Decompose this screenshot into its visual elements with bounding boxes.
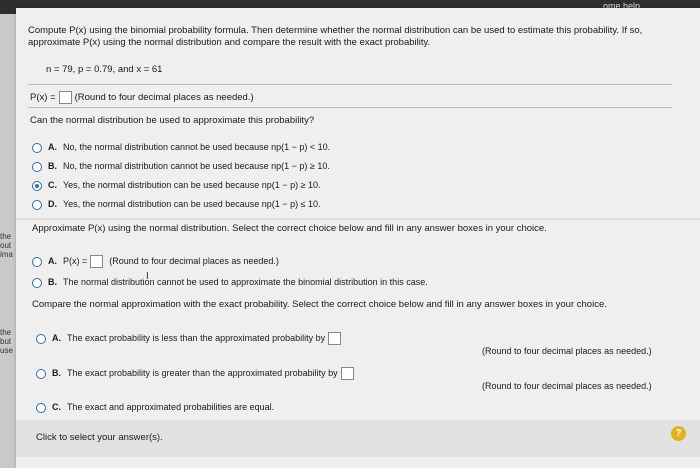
round-hint: (Round to four decimal places as needed.… — [482, 346, 652, 356]
radio-button-selected[interactable] — [32, 180, 42, 191]
question-panel — [16, 8, 700, 468]
px-label: P(x) = — [30, 92, 56, 104]
radio-button[interactable] — [36, 368, 46, 379]
separator — [28, 84, 672, 85]
q2-option-b[interactable]: B. No, the normal distribution cannot be … — [32, 160, 330, 172]
q4-option-c[interactable]: C. The exact and approximated probabiliti… — [36, 401, 274, 413]
help-icon[interactable]: ? — [671, 426, 686, 441]
radio-button[interactable] — [32, 199, 42, 210]
edge-text: the — [0, 328, 12, 337]
radio-button[interactable] — [32, 142, 42, 153]
px-row: P(x) = (Round to four decimal places as n… — [30, 91, 254, 104]
radio-button[interactable] — [32, 256, 42, 267]
separator — [28, 107, 672, 108]
divider — [16, 218, 700, 220]
edge-text: but — [0, 337, 12, 346]
q2-option-a[interactable]: A. No, the normal distribution cannot be … — [32, 141, 330, 153]
round-hint: (Round to four decimal places as needed.… — [482, 381, 652, 391]
radio-button[interactable] — [36, 402, 46, 413]
radio-button[interactable] — [32, 161, 42, 172]
q4-option-b[interactable]: B. The exact probability is greater than … — [36, 367, 357, 381]
instruction-line-1: Compute P(x) using the binomial probabil… — [28, 25, 643, 36]
radio-button[interactable] — [36, 333, 46, 344]
q4-option-a[interactable]: A. The exact probability is less than the… — [36, 332, 344, 346]
normal-approx-input[interactable] — [90, 255, 104, 269]
difference-input-b[interactable] — [340, 367, 354, 381]
radio-button[interactable] — [32, 277, 42, 288]
q4-prompt: Compare the normal approximation with th… — [32, 299, 607, 310]
q3-option-a[interactable]: A. P(x) = (Round to four decimal places as… — [32, 255, 279, 269]
edge-text: use — [0, 346, 13, 355]
q3-prompt: Approximate P(x) using the normal distri… — [32, 223, 547, 234]
edge-text: ima — [0, 250, 13, 259]
parameters: n = 79, p = 0.79, and x = 61 — [46, 64, 163, 75]
status-text: Click to select your answer(s). — [36, 432, 163, 443]
q2-option-c[interactable]: C. Yes, the normal distribution can be us… — [32, 179, 321, 191]
q3-option-b[interactable]: B. The normal distribution cannot be used… — [32, 276, 428, 288]
difference-input-a[interactable] — [328, 332, 342, 346]
instruction-line-2: approximate P(x) using the normal distri… — [28, 37, 431, 48]
edge-text: the — [0, 232, 12, 241]
px-answer-input[interactable] — [58, 91, 72, 104]
edge-text: out — [0, 241, 12, 250]
q2-prompt: Can the normal distribution be used to a… — [30, 115, 315, 126]
round-hint: (Round to four decimal places as needed.… — [74, 92, 254, 104]
q2-option-d[interactable]: D. Yes, the normal distribution can be us… — [32, 198, 321, 210]
